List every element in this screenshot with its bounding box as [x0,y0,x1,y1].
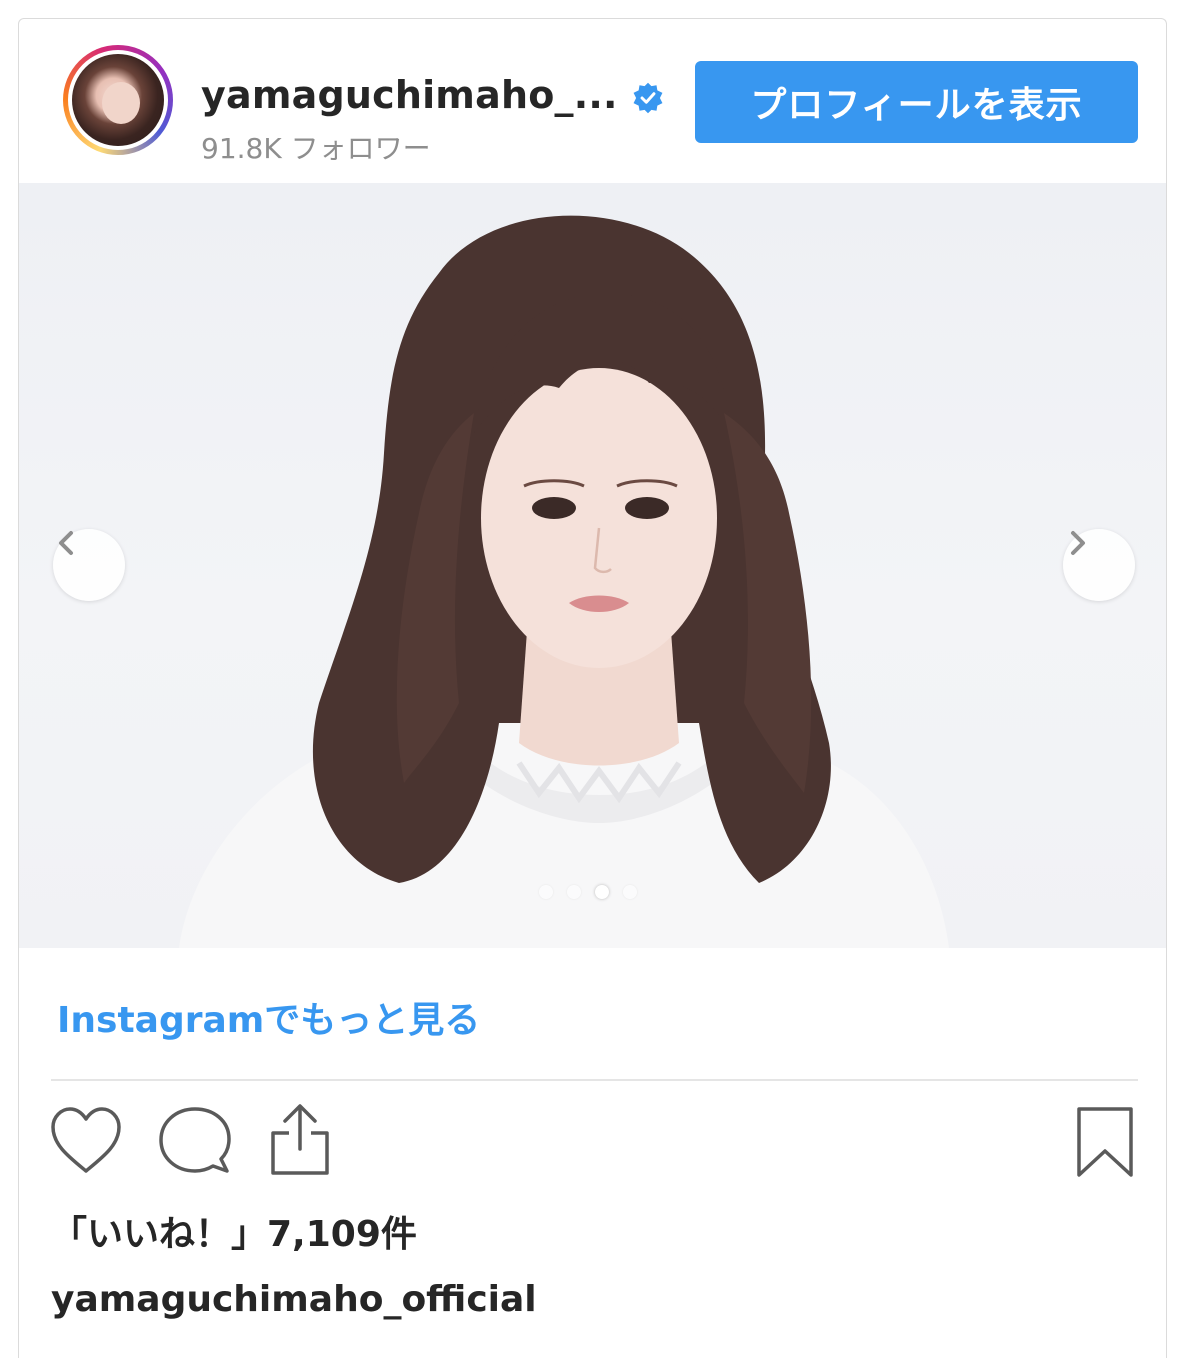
bookmark-icon[interactable] [1073,1105,1137,1181]
carousel-dot-active [595,885,609,899]
view-more-on-instagram-link[interactable]: Instagramでもっと見る [57,991,480,1043]
carousel-dot [623,885,637,899]
caption-username[interactable]: yamaguchimaho_official [51,1279,537,1320]
carousel-indicator [539,885,637,899]
heart-icon[interactable] [49,1105,123,1177]
verified-badge-icon [633,82,663,114]
avatar-photo [72,54,164,146]
share-icon[interactable] [265,1101,335,1177]
post-header: yamaguchimaho_... 91.8K フォロワー プロフィールを表示 [19,19,1166,183]
username[interactable]: yamaguchimaho_... [201,73,618,117]
carousel-dot [539,885,553,899]
previous-slide-button[interactable] [53,529,125,601]
comment-icon[interactable] [157,1105,233,1177]
divider [51,1079,1138,1081]
chevron-right-icon [1071,531,1085,555]
next-slide-button[interactable] [1063,529,1135,601]
portrait-illustration [179,215,949,948]
chevron-left-icon [59,531,73,555]
avatar[interactable] [63,45,173,155]
carousel-dot [567,885,581,899]
instagram-embed-card: yamaguchimaho_... 91.8K フォロワー プロフィールを表示 [18,18,1167,1358]
post-photo[interactable] [19,183,1166,948]
view-profile-button[interactable]: プロフィールを表示 [695,61,1138,143]
likes-count: 「いいね！」7,109件 [51,1214,417,1255]
follower-count: 91.8K フォロワー [201,132,431,165]
